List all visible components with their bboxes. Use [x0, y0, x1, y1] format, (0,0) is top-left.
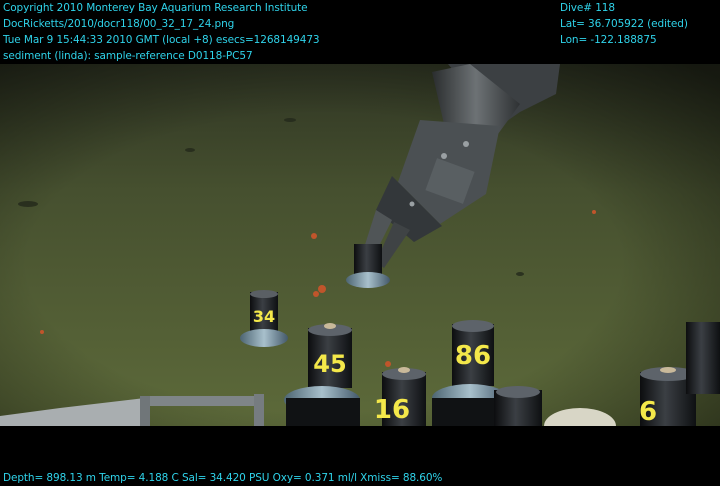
core-label: 45: [313, 350, 346, 378]
dive-number: Dive# 118: [560, 2, 615, 14]
dive-info-overlay: Dive# 118 Lat= 36.705922 (edited) Lon= -…: [560, 0, 688, 48]
copyright-line: Copyright 2010 Monterey Bay Aquarium Res…: [3, 2, 308, 14]
seafloor-photo: 34 45 16 86 6: [0, 64, 720, 426]
latitude: Lat= 36.705922 (edited): [560, 18, 688, 30]
core-label: 34: [253, 307, 275, 326]
metadata-overlay: Copyright 2010 Monterey Bay Aquarium Res…: [3, 0, 320, 64]
core-label: 86: [455, 341, 491, 371]
file-path-line: DocRicketts/2010/docr118/00_32_17_24.png: [3, 18, 235, 30]
core-label: 16: [374, 395, 410, 425]
timestamp-line: Tue Mar 9 15:44:33 2010 GMT (local +8) e…: [3, 34, 320, 46]
longitude: Lon= -122.188875: [560, 34, 657, 46]
sample-reference-line: sediment (linda): sample-reference D0118…: [3, 50, 253, 62]
core-label: 6: [639, 397, 657, 426]
telemetry-bar: Depth= 898.13 m Temp= 4.188 C Sal= 34.42…: [3, 472, 443, 484]
